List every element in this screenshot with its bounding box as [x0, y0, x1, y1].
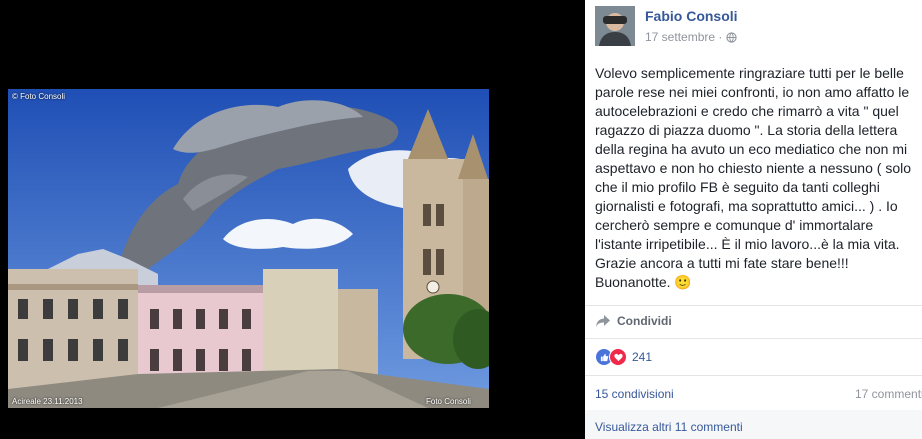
post-photo[interactable]: © Foto Consoli Acireale 23.11.2013 Foto …: [8, 89, 489, 408]
share-label: Condividi: [617, 314, 672, 328]
divider: [585, 338, 922, 339]
share-arrow-icon: [596, 315, 610, 327]
post-paragraph: Buonanotte. 🙂: [595, 273, 913, 292]
post-date[interactable]: 17 settembre: [645, 30, 715, 44]
post-meta: 17 settembre ·: [645, 30, 737, 46]
photo-viewer: © Foto Consoli Acireale 23.11.2013 Foto …: [0, 0, 585, 439]
comments-count[interactable]: 17 commenti: [855, 387, 922, 401]
post-sidebar: Fabio Consoli 17 settembre · Volevo semp…: [585, 0, 922, 439]
divider: [585, 375, 922, 376]
photo-caption-left: Acireale 23.11.2013: [12, 397, 83, 406]
reactions-summary[interactable]: 241: [595, 348, 652, 366]
meta-separator: ·: [718, 30, 726, 44]
reactions-count: 241: [632, 350, 653, 364]
post-paragraph: Grazie ancora a tutti mi fate stare bene…: [595, 255, 849, 271]
smile-emoji-icon: 🙂: [674, 274, 692, 290]
shares-count[interactable]: 15 condivisioni: [595, 387, 674, 401]
avatar[interactable]: [595, 6, 635, 46]
share-button[interactable]: Condividi: [595, 314, 672, 328]
view-more-comments-link[interactable]: Visualizza altri 11 commenti: [595, 420, 743, 434]
photo-watermark: © Foto Consoli: [12, 92, 66, 101]
divider: [585, 305, 922, 306]
post-paragraph: Volevo semplicemente ringraziare tutti p…: [595, 65, 911, 252]
post-header: Fabio Consoli 17 settembre ·: [595, 6, 915, 46]
post-text: Volevo semplicemente ringraziare tutti p…: [595, 64, 913, 292]
photo-caption-right: Foto Consoli: [426, 397, 471, 406]
author-name[interactable]: Fabio Consoli: [645, 8, 738, 24]
love-icon: [609, 348, 627, 366]
globe-icon[interactable]: [726, 32, 737, 46]
post-signoff: Buonanotte.: [595, 274, 671, 290]
